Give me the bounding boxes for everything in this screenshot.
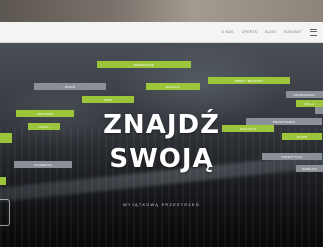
hero-headline-line1: ZNAJDŹ bbox=[103, 110, 220, 140]
hero-tagline: WYJĄTKOWĄ PRZESTRZEŃ bbox=[123, 203, 200, 207]
offscreen-tag-left-lower bbox=[0, 177, 6, 185]
nav-item-kontakt[interactable]: KONTAKT bbox=[284, 30, 302, 34]
property-tag[interactable]: OBIEKT BIUROWY bbox=[208, 77, 290, 84]
nav-item-o-nas[interactable]: O NAS bbox=[221, 30, 233, 34]
main-menu: O NAS OFERTA BLOG KONTAKT bbox=[221, 22, 317, 42]
property-tag[interactable]: MIESZKANIE bbox=[97, 61, 191, 68]
nav-item-blog[interactable]: BLOG bbox=[265, 30, 276, 34]
property-tag[interactable]: DZIAŁKA bbox=[146, 83, 200, 90]
top-banner bbox=[0, 0, 323, 22]
property-tag[interactable]: APARTAMENT bbox=[286, 91, 323, 98]
hamburger-menu-icon[interactable] bbox=[310, 28, 317, 36]
property-tag[interactable]: WILLA bbox=[296, 100, 323, 107]
navigation-bar: O NAS OFERTA BLOG KONTAKT bbox=[0, 22, 323, 43]
nav-item-oferta[interactable]: OFERTA bbox=[242, 30, 257, 34]
hero-headline-line2: SWOJĄ bbox=[109, 144, 214, 174]
property-tag[interactable]: DOM bbox=[82, 96, 134, 103]
property-tag[interactable]: BIURO bbox=[34, 83, 106, 90]
